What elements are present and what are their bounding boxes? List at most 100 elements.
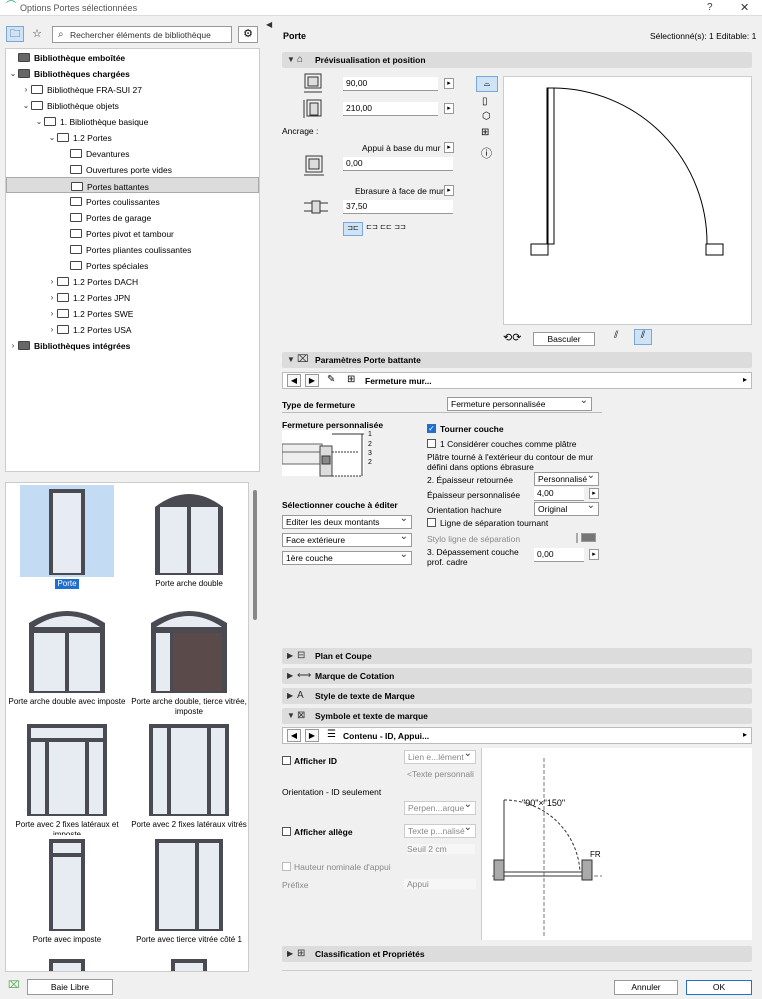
depassement-arrow-icon[interactable]: ▸	[589, 549, 599, 560]
appui-arrow-icon[interactable]: ▸	[444, 142, 454, 153]
chevron-right-icon[interactable]: ›	[47, 306, 57, 322]
anchor-mode-2-icon[interactable]: ⊏⊐	[366, 222, 378, 236]
gallery-thumbnail[interactable]	[142, 720, 236, 818]
collapse-left-icon[interactable]: ◀	[266, 20, 272, 29]
chevron-right-icon[interactable]: ›	[21, 82, 31, 98]
epaisseur-arrow-icon[interactable]: ▸	[589, 488, 599, 499]
mirror-left-icon[interactable]: ⫽	[614, 330, 618, 341]
ebrasure-field[interactable]: 37,50	[343, 200, 453, 214]
gallery-thumbnail[interactable]	[142, 835, 236, 933]
afficher-id-checkbox[interactable]	[282, 756, 291, 765]
front-view-icon[interactable]: ▯	[482, 96, 488, 107]
anchor-mode-1-icon[interactable]: ⊐⊏	[343, 222, 363, 236]
seuil-field[interactable]: Seuil 2 cm	[407, 844, 475, 854]
flip-icon[interactable]: ⟲⟳	[503, 331, 521, 344]
help-button[interactable]: ?	[707, 2, 713, 13]
params-page-label[interactable]: Fermeture mur...	[365, 376, 432, 386]
tree-item[interactable]: Devantures	[6, 145, 259, 161]
chevron-right-icon[interactable]: ›	[8, 338, 18, 354]
gallery-item[interactable]: Porte	[8, 485, 126, 589]
favorites-icon[interactable]: ☆	[28, 26, 46, 42]
tree-item[interactable]: Portes pliantes coulissantes	[6, 241, 259, 257]
prev-page-button[interactable]: ◀	[287, 374, 301, 387]
gallery-item[interactable]: Porte arche double	[130, 485, 248, 589]
tree-item[interactable]: ⌄ Bibliothèque objets	[6, 97, 259, 113]
gallery-thumbnail[interactable]	[142, 603, 236, 695]
gallery-item[interactable]: Porte avec 2 fixes latéraux vitrés	[130, 720, 248, 830]
layer-select-1[interactable]: Editer les deux montants	[282, 513, 412, 529]
gallery-item[interactable]: Porte avec tierce vitrée côté 1	[130, 835, 248, 945]
close-button[interactable]: ✕	[740, 1, 749, 14]
gallery-thumbnail[interactable]	[20, 835, 114, 933]
tree-item[interactable]: › Bibliothèque FRA-SUI 27	[6, 81, 259, 97]
gallery-thumbnail[interactable]	[20, 603, 114, 695]
symbole-page-label[interactable]: Contenu - ID, Appui...	[343, 731, 429, 741]
gallery-item[interactable]: Porte arche double, tierce vitrée, impos…	[130, 603, 248, 717]
baie-libre-button[interactable]: Baie Libre	[27, 979, 113, 995]
tree-item[interactable]: Ouvertures porte vides	[6, 161, 259, 177]
section-classif[interactable]: ▶ ⊞ Classification et Propriétés	[282, 946, 752, 962]
hauteur-checkbox[interactable]	[282, 862, 291, 871]
tree-item[interactable]: › 1.2 Portes JPN	[6, 289, 259, 305]
chevron-down-icon[interactable]: ⌄	[21, 98, 31, 114]
gallery-scrollbar[interactable]	[253, 490, 257, 620]
anchor-mode-3-icon[interactable]: ⊏⊏	[380, 222, 392, 236]
3d-view-icon[interactable]: ⬡	[482, 111, 491, 122]
section-symbole[interactable]: ▼ ⊠ Symbole et texte de marque	[282, 708, 752, 724]
stylo-swatch[interactable]	[581, 533, 596, 542]
section-cotation[interactable]: ▶ ⟷ Marque de Cotation	[282, 668, 752, 684]
height-field[interactable]: 210,00	[343, 102, 438, 116]
lien-select[interactable]: Lien e...lément	[404, 748, 476, 764]
type-fermeture-select[interactable]: Fermeture personnalisée	[447, 395, 592, 411]
texte-perso-field[interactable]: <Texte personnali	[407, 769, 474, 779]
texte-select[interactable]: Texte p...nalisé	[404, 822, 476, 838]
gallery-thumbnail[interactable]	[142, 955, 236, 971]
basculer-button[interactable]: Basculer	[533, 332, 595, 346]
gallery-thumbnail[interactable]	[20, 955, 114, 971]
epaisseur-perso-field[interactable]: 4,00	[534, 487, 584, 501]
width-arrow-icon[interactable]: ▸	[444, 78, 454, 89]
gallery-item[interactable]: Porte avec 2 fixes latéraux et imposte	[8, 720, 126, 840]
tree-item[interactable]: › 1.2 Portes SWE	[6, 305, 259, 321]
cancel-button[interactable]: Annuler	[614, 980, 678, 995]
gallery-item[interactable]	[8, 955, 126, 971]
gallery-thumbnail[interactable]	[20, 720, 114, 818]
tree-item[interactable]: ⌄ 1.2 Portes	[6, 129, 259, 145]
section-preview[interactable]: ▼ ⌂ Prévisualisation et position	[282, 52, 752, 68]
afficher-allege-checkbox[interactable]	[282, 827, 291, 836]
chevron-down-icon[interactable]: ⌄	[34, 114, 44, 130]
tree-item[interactable]: Portes de garage	[6, 209, 259, 225]
library-search-input[interactable]: ⌕ Rechercher éléments de bibliothèque	[52, 26, 232, 43]
layer-select-2[interactable]: Face extérieure	[282, 531, 412, 547]
page-menu-arrow-icon[interactable]: ▸	[743, 730, 747, 739]
section-plan[interactable]: ▶ ⊟ Plan et Coupe	[282, 648, 752, 664]
mirror-right-icon[interactable]: ⫽	[634, 329, 652, 345]
plan-view-icon[interactable]: ⌓	[476, 76, 498, 92]
anchor-mode-4-icon[interactable]: ⊐⊐	[394, 222, 406, 236]
page-menu-arrow-icon[interactable]: ▸	[743, 375, 747, 384]
chevron-right-icon[interactable]: ›	[47, 322, 57, 338]
tree-item[interactable]: Portes coulissantes	[6, 193, 259, 209]
prev-page-button[interactable]: ◀	[287, 729, 301, 742]
gallery-item[interactable]	[130, 955, 248, 971]
info-icon[interactable]: ⓘ	[481, 145, 492, 161]
height-arrow-icon[interactable]: ▸	[444, 103, 454, 114]
layer-select-3[interactable]: 1ère couche	[282, 549, 412, 565]
appui-field[interactable]: 0,00	[343, 157, 453, 171]
tree-item[interactable]: Bibliothèque emboîtée	[6, 49, 259, 65]
tree-item[interactable]: Portes battantes	[6, 177, 259, 193]
gallery-item[interactable]: Porte arche double avec imposte	[8, 603, 126, 707]
next-page-button[interactable]: ▶	[305, 729, 319, 742]
gallery-thumbnail[interactable]	[20, 485, 114, 577]
width-field[interactable]: 90,00	[343, 77, 438, 91]
gear-icon[interactable]: ⚙	[238, 26, 258, 43]
section-params[interactable]: ▼ ⌧ Paramètres Porte battante	[282, 352, 752, 368]
gallery-thumbnail[interactable]	[142, 485, 236, 577]
next-page-button[interactable]: ▶	[305, 374, 319, 387]
orientation-id-select[interactable]: Perpen...arque	[404, 799, 476, 815]
ebrasure-arrow-icon[interactable]: ▸	[444, 185, 454, 196]
edit-page-icon[interactable]: ✎	[327, 374, 335, 385]
gallery-item[interactable]: Porte avec imposte	[8, 835, 126, 945]
tree-item[interactable]: › Bibliothèques intégrées	[6, 337, 259, 353]
section-style[interactable]: ▶ A Style de texte de Marque	[282, 688, 752, 704]
